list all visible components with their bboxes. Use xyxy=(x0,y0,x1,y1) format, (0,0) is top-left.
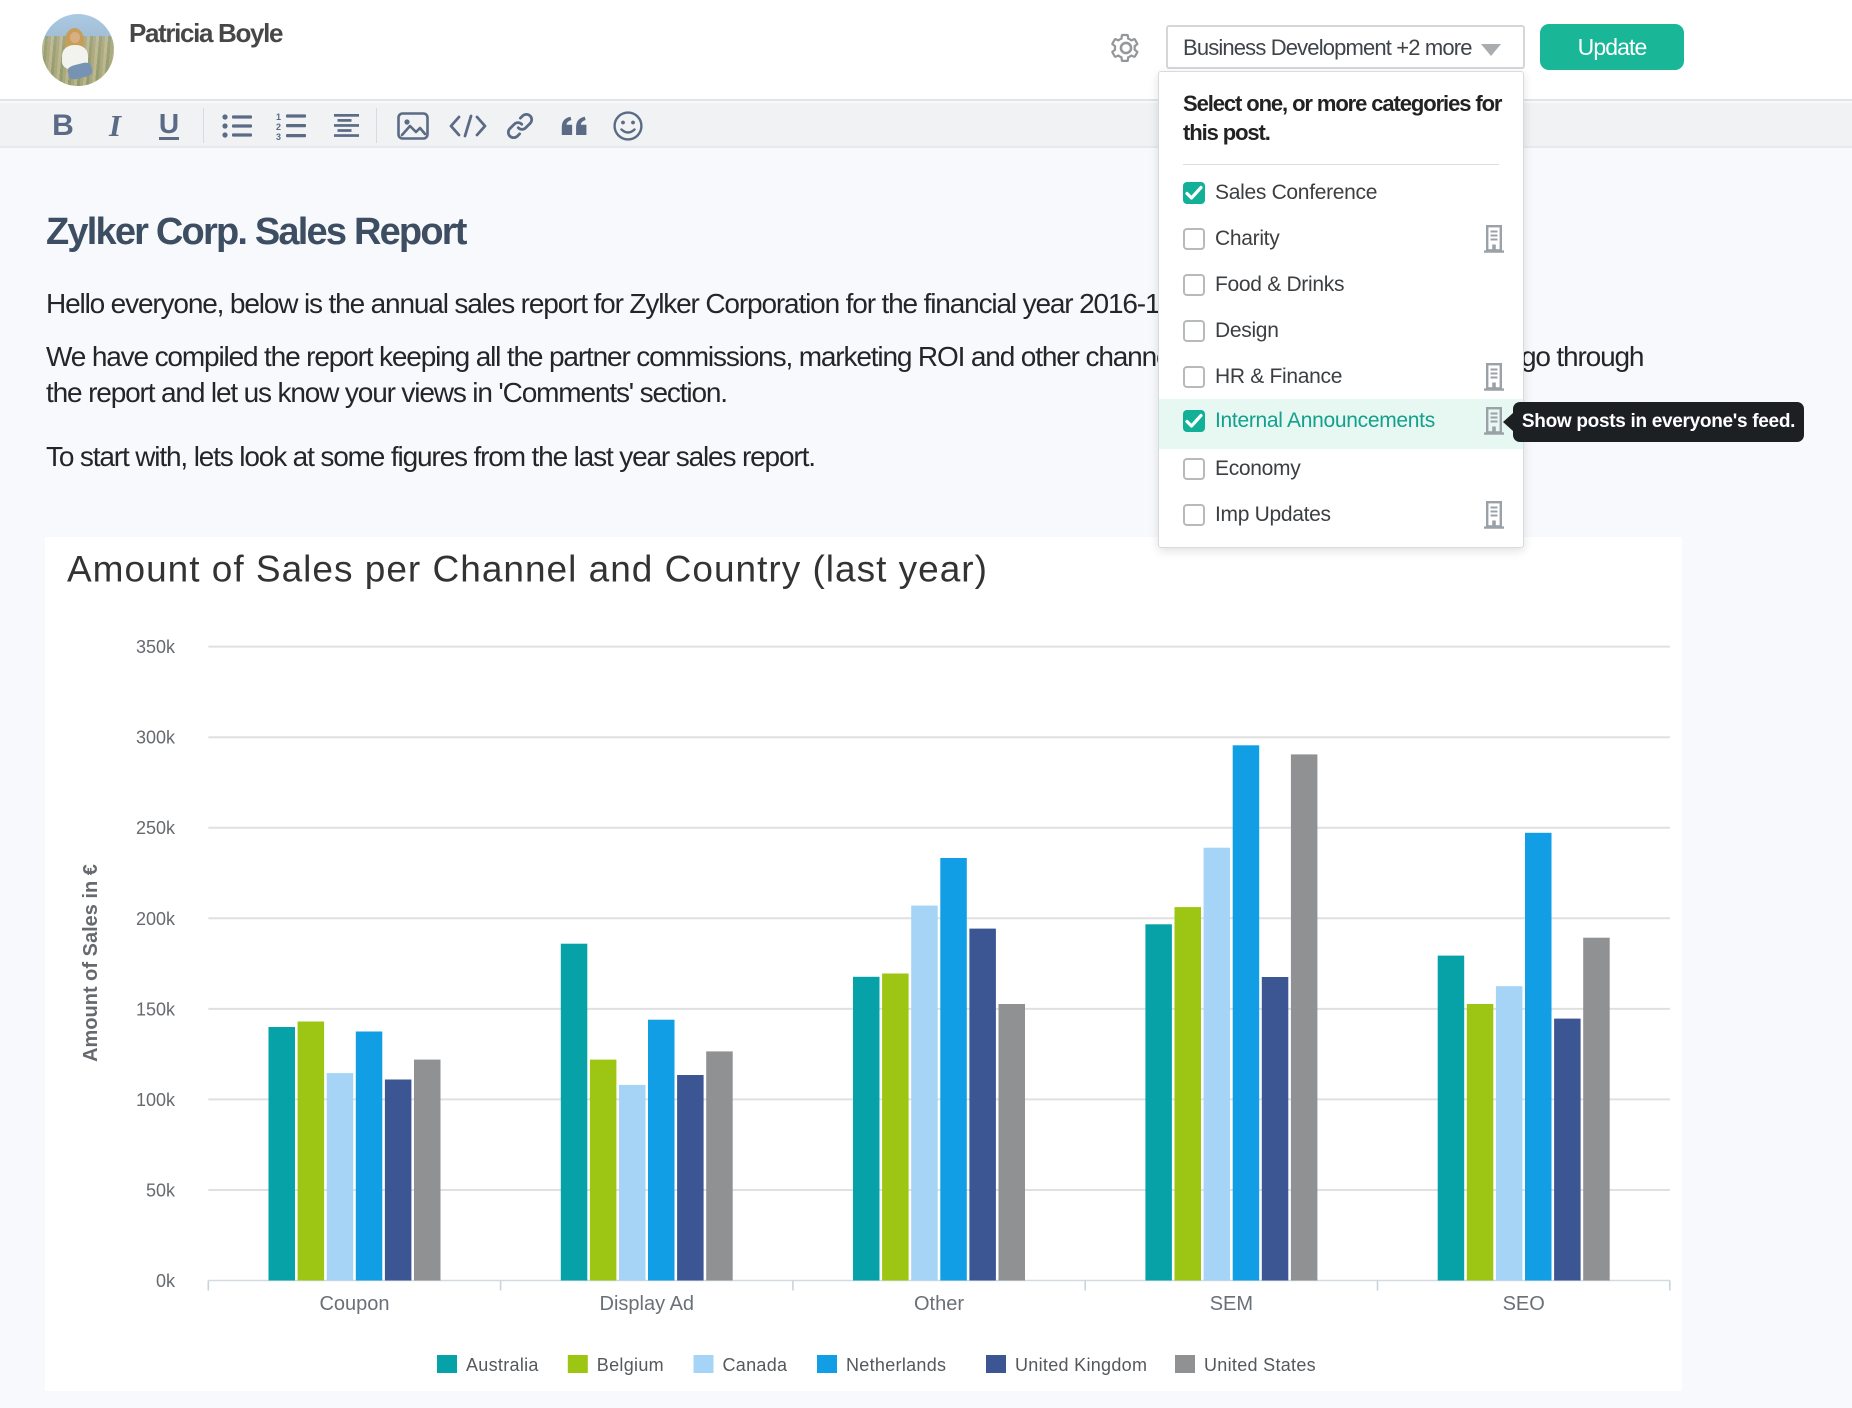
svg-text:300k: 300k xyxy=(136,728,176,748)
svg-text:Coupon: Coupon xyxy=(319,1293,389,1315)
svg-text:0k: 0k xyxy=(156,1271,176,1291)
svg-text:Other: Other xyxy=(914,1293,964,1315)
svg-text:350k: 350k xyxy=(136,637,176,657)
svg-text:SEM: SEM xyxy=(1210,1293,1253,1315)
svg-text:50k: 50k xyxy=(146,1181,176,1201)
svg-text:1: 1 xyxy=(276,112,281,122)
svg-text:200k: 200k xyxy=(136,909,176,929)
svg-text:3: 3 xyxy=(276,132,281,140)
svg-text:150k: 150k xyxy=(136,999,176,1019)
svg-text:250k: 250k xyxy=(136,818,176,838)
svg-text:2: 2 xyxy=(276,122,281,132)
svg-text:United States: United States xyxy=(1204,1355,1316,1375)
svg-text:Display Ad: Display Ad xyxy=(600,1293,695,1315)
svg-text:Canada: Canada xyxy=(723,1355,789,1375)
svg-text:Belgium: Belgium xyxy=(597,1355,664,1375)
svg-text:Australia: Australia xyxy=(466,1355,539,1375)
svg-text:Amount of Sales in €: Amount of Sales in € xyxy=(80,864,102,1062)
svg-text:United Kingdom: United Kingdom xyxy=(1015,1355,1147,1375)
svg-text:100k: 100k xyxy=(136,1090,176,1110)
svg-text:Amount of Sales per Channel an: Amount of Sales per Channel and Country … xyxy=(67,549,988,590)
svg-text:Netherlands: Netherlands xyxy=(846,1355,946,1375)
svg-text:SEO: SEO xyxy=(1503,1293,1545,1315)
